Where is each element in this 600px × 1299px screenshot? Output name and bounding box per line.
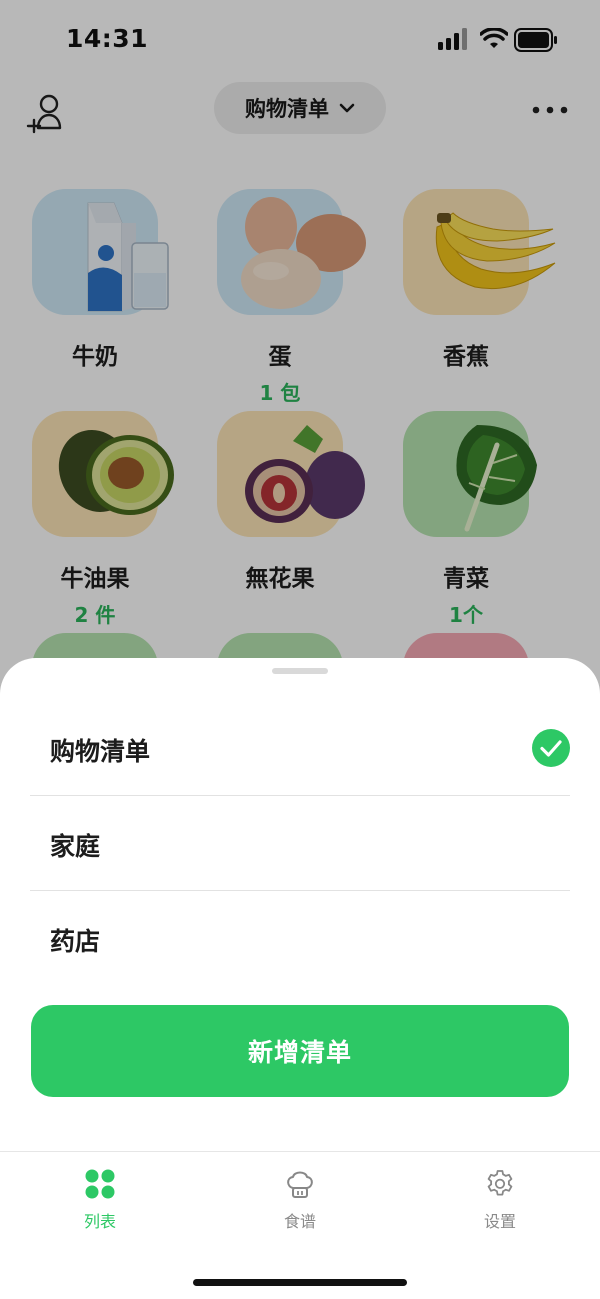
tab-label: 列表 [83, 1212, 116, 1231]
gear-icon [487, 1170, 513, 1196]
tab-label: 食谱 [283, 1212, 316, 1231]
new-list-button-label: 新增清单 [247, 1038, 352, 1067]
tab-settings[interactable]: 设置 [440, 1168, 560, 1232]
sheet-drag-handle[interactable] [272, 668, 328, 674]
tab-recipes[interactable]: 食谱 [240, 1168, 360, 1232]
list-option[interactable]: 家庭 [30, 796, 570, 891]
list-option[interactable]: 购物清单 [30, 701, 570, 796]
app-screen: 14:31 购物清单 牛奶 蛋 1 包 香蕉 牛油果 2 件 無花果 青菜 1个… [0, 0, 600, 1299]
four-dots-icon [85, 1169, 115, 1199]
tab-bar: 列表 食谱 设置 [0, 1151, 600, 1299]
list-option-label: 药店 [50, 927, 101, 956]
list-option-label: 购物清单 [50, 737, 151, 766]
tab-list[interactable]: 列表 [40, 1168, 160, 1232]
checkmark-icon [532, 729, 570, 767]
list-option-label: 家庭 [50, 832, 101, 861]
tab-label: 设置 [483, 1212, 516, 1231]
home-indicator[interactable] [193, 1279, 407, 1286]
chef-hat-icon [287, 1171, 313, 1198]
list-option[interactable]: 药店 [30, 891, 570, 986]
new-list-button[interactable]: 新增清单 [31, 1005, 569, 1097]
